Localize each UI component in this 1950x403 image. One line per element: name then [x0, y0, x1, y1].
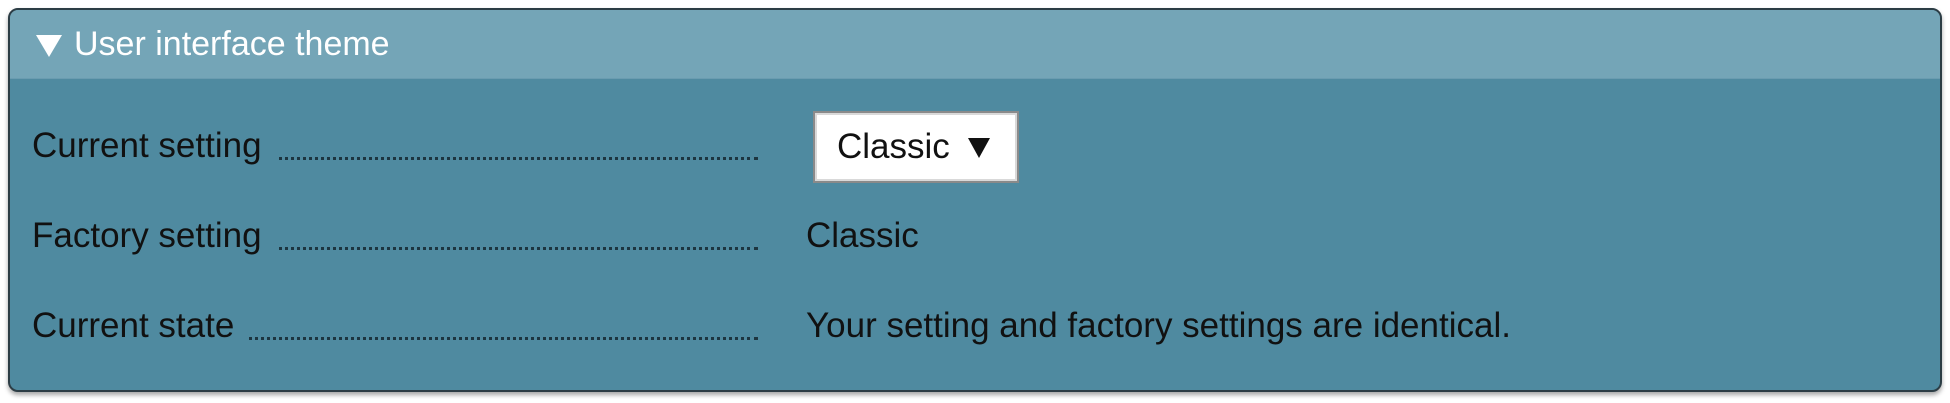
triangle-down-icon	[36, 35, 62, 57]
current-state-value: Your setting and factory settings are id…	[806, 306, 1511, 345]
factory-setting-row: Factory setting Classic	[32, 206, 919, 266]
factory-setting-value: Classic	[806, 216, 919, 255]
theme-select-value: Classic	[837, 127, 950, 166]
panel-title: User interface theme	[74, 25, 390, 63]
current-setting-label: Current setting	[32, 126, 276, 166]
current-state-row: Current state Your setting and factory s…	[32, 296, 1511, 356]
theme-select[interactable]: Classic	[813, 111, 1019, 183]
current-setting-label-wrap: Current setting	[32, 116, 758, 176]
triangle-down-icon	[967, 138, 990, 158]
panel-header-toggle[interactable]: User interface theme	[10, 10, 1940, 79]
factory-setting-label-wrap: Factory setting	[32, 206, 758, 266]
factory-setting-label: Factory setting	[32, 216, 276, 256]
current-state-label: Current state	[32, 306, 249, 346]
current-setting-row: Current setting	[32, 116, 758, 176]
current-state-label-wrap: Current state	[32, 296, 758, 356]
